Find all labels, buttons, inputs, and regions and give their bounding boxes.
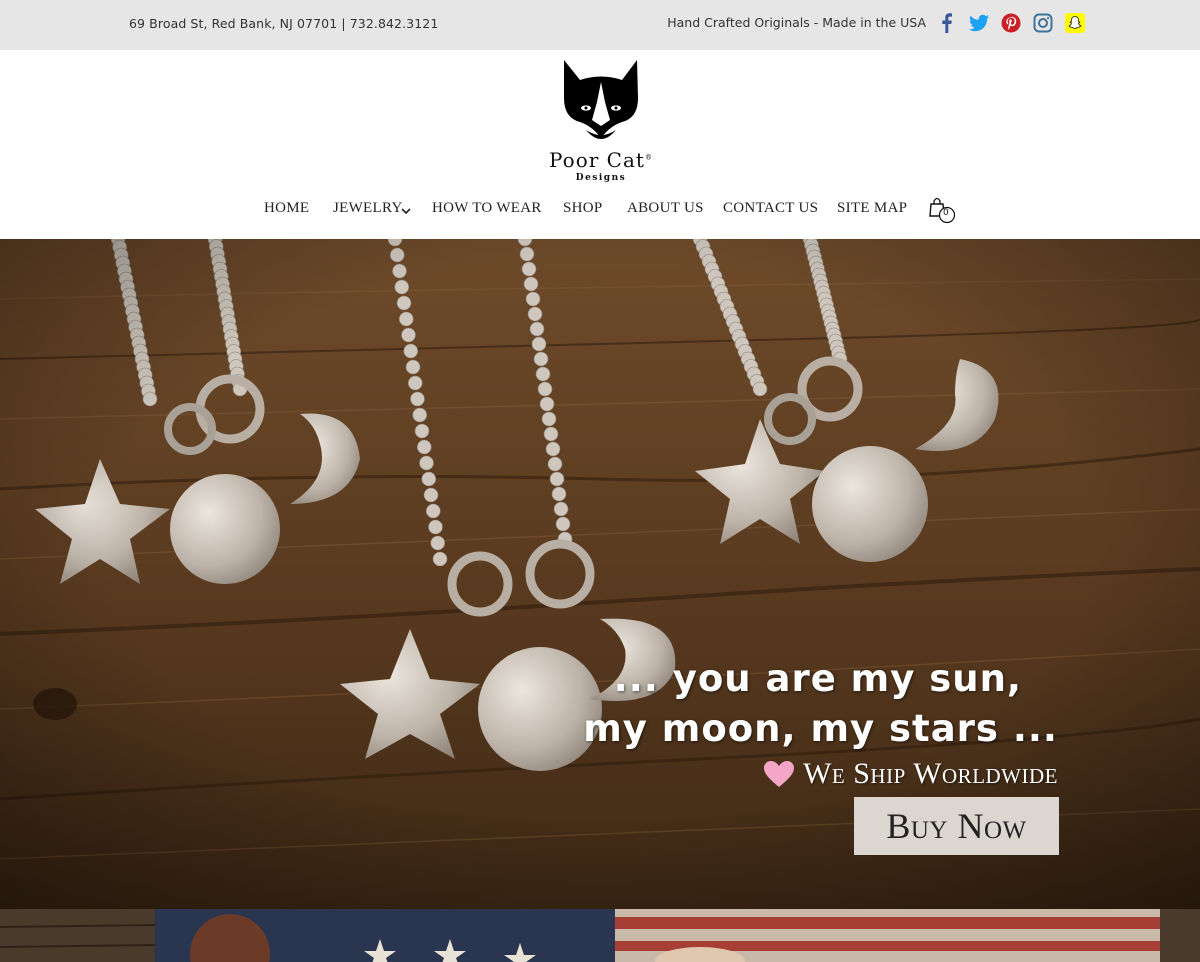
site-logo[interactable]: Poor Cat® Designs	[530, 58, 672, 186]
brand-name: Poor Cat®	[530, 148, 672, 172]
cart-button[interactable]: 0	[928, 196, 958, 224]
social-links	[936, 11, 1086, 35]
nav-site-map[interactable]: SITE MAP	[837, 200, 907, 217]
brand-name-text: Poor Cat	[549, 148, 645, 172]
main-nav: HOME JEWELRY HOW TO WEAR SHOP ABOUT US C…	[0, 198, 1200, 222]
pinterest-icon[interactable]	[1000, 12, 1022, 34]
twitter-icon[interactable]	[968, 12, 990, 34]
nav-shop[interactable]: SHOP	[563, 200, 603, 217]
hero-quote-line-1: ... you are my sun,	[613, 657, 1022, 700]
nav-about-us[interactable]: ABOUT US	[627, 200, 704, 217]
heart-icon	[764, 761, 795, 787]
facebook-icon[interactable]	[936, 12, 958, 34]
cat-face-icon	[564, 60, 638, 139]
hero-quote-line-2: my moon, my stars ...	[583, 707, 1058, 750]
nav-contact-us[interactable]: CONTACT US	[723, 200, 818, 217]
nav-jewelry[interactable]: JEWELRY	[333, 200, 403, 217]
hero-banner[interactable]: ... you are my sun, my moon, my stars ..…	[0, 239, 1200, 909]
ship-worldwide-text: We Ship Worldwide	[803, 757, 1058, 790]
store-address: 69 Broad St, Red Bank, NJ 07701 | 732.84…	[129, 16, 439, 31]
registered-mark: ®	[644, 153, 653, 162]
top-bar: 69 Broad St, Red Bank, NJ 07701 | 732.84…	[0, 0, 1200, 50]
tagline: Hand Crafted Originals - Made in the USA	[667, 15, 926, 30]
chevron-down-icon[interactable]	[401, 207, 411, 215]
flag-photo	[0, 909, 1200, 962]
brand-subtitle: Designs	[575, 173, 627, 183]
cart-count: 0	[943, 208, 949, 218]
nav-home[interactable]: HOME	[264, 200, 309, 217]
buy-now-button[interactable]: Buy Now	[854, 797, 1059, 855]
nav-how-to-wear[interactable]: HOW TO WEAR	[432, 200, 542, 217]
next-section-image	[0, 909, 1200, 962]
instagram-icon[interactable]	[1032, 12, 1054, 34]
snapchat-icon[interactable]	[1064, 12, 1086, 34]
ship-worldwide: We Ship Worldwide	[763, 757, 1058, 791]
